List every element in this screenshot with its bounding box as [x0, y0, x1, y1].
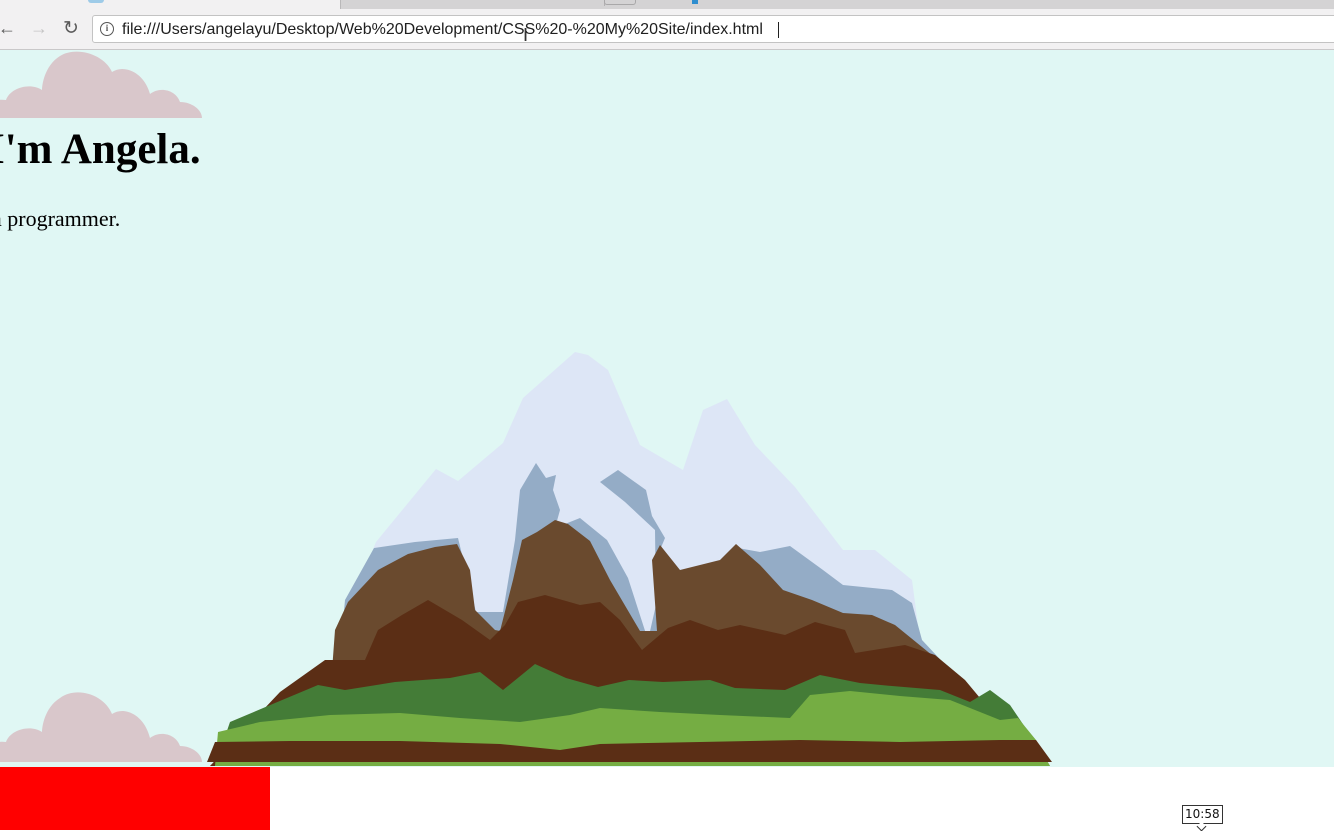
new-tab-button[interactable] — [604, 0, 636, 5]
forward-button[interactable]: → — [28, 17, 50, 39]
cloud-image — [0, 51, 202, 118]
reload-icon: ↻ — [63, 17, 79, 39]
tab-inactive[interactable] — [342, 0, 698, 6]
text-cursor-icon: І — [522, 25, 529, 46]
address-bar[interactable]: i file:///Users/angelayu/Desktop/Web%20D… — [92, 15, 1334, 43]
text-caret — [778, 22, 779, 38]
browser-toolbar: ← → ↻ i file:///Users/angelayu/Desktop/W… — [0, 9, 1334, 50]
arrow-left-icon: ← — [0, 18, 16, 38]
page-subtitle: a programmer. — [0, 206, 121, 231]
timestamp-tooltip: 10:58 — [1182, 805, 1223, 824]
reload-button[interactable]: ↻ — [60, 17, 82, 39]
tab-favicon-icon — [692, 0, 698, 4]
mountain-image — [207, 352, 1052, 766]
info-icon[interactable]: i — [100, 22, 114, 36]
page-title: I'm Angela. — [0, 126, 201, 173]
red-block — [0, 767, 270, 830]
tab-active[interactable] — [0, 0, 341, 9]
page-viewport: I'm Angela. a programmer. — [0, 50, 1334, 767]
cloud-image — [0, 692, 202, 762]
back-button[interactable]: ← — [0, 17, 18, 39]
url-text[interactable]: file:///Users/angelayu/Desktop/Web%20Dev… — [122, 21, 763, 39]
tab-favicon-icon — [88, 0, 104, 3]
tab-strip — [0, 0, 1334, 9]
arrow-right-icon: → — [30, 18, 48, 38]
